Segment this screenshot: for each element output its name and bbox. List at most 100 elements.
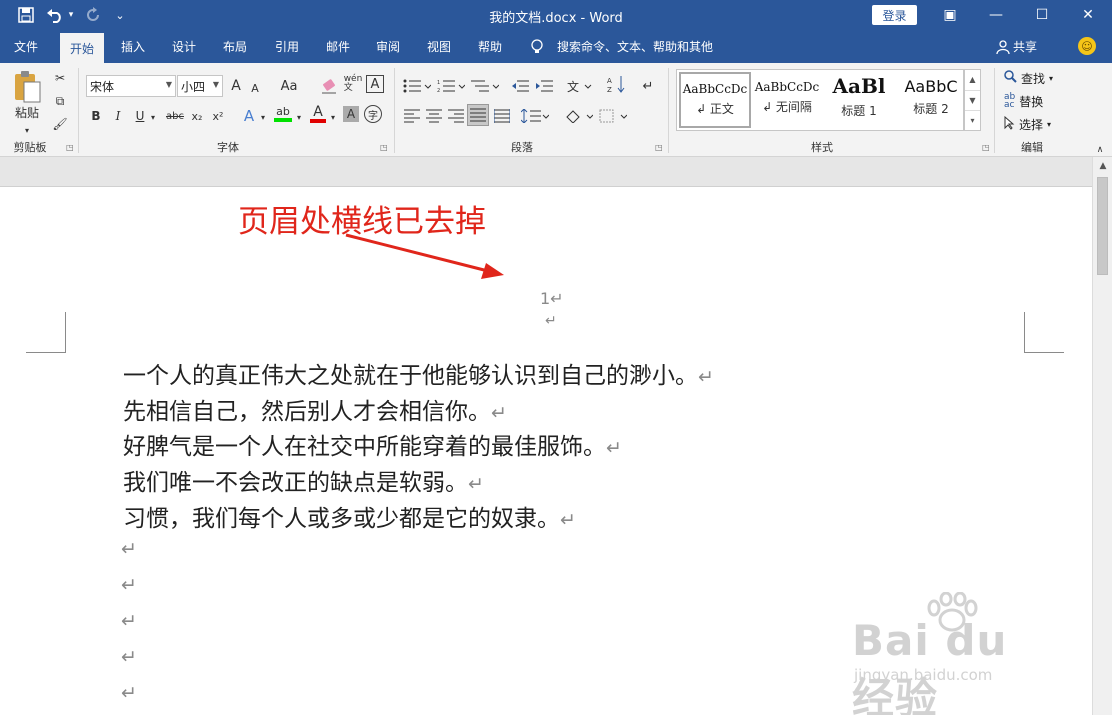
maximize-icon[interactable]: ☐ [1019, 0, 1065, 30]
clear-formatting-icon[interactable] [318, 75, 340, 97]
highlight-color-icon[interactable]: ab [272, 103, 294, 125]
numbering-icon[interactable]: 12 [436, 75, 466, 97]
character-border-icon[interactable]: A [366, 75, 384, 93]
tab-file[interactable]: 文件 [14, 30, 38, 63]
header-paragraph-mark: ↵ [545, 313, 557, 329]
change-case-button[interactable]: Aa [276, 75, 302, 97]
strikethrough-button[interactable]: abc [164, 105, 186, 127]
tab-home[interactable]: 开始 [60, 33, 105, 63]
increase-indent-icon[interactable] [534, 75, 554, 97]
empty-paragraph-mark[interactable]: ↵ [121, 646, 137, 668]
copy-icon[interactable]: ⧉ [50, 90, 70, 112]
login-button[interactable]: 登录 [872, 5, 917, 25]
minimize-icon[interactable]: — [973, 0, 1019, 30]
bullets-icon[interactable] [402, 75, 432, 97]
scrollbar-thumb[interactable] [1097, 177, 1108, 275]
superscript-button[interactable]: x² [210, 105, 226, 127]
enclose-characters-button[interactable]: 字 [364, 105, 382, 123]
underline-button[interactable]: U [132, 105, 148, 127]
cut-icon[interactable]: ✂ [50, 67, 70, 89]
gallery-more-icon[interactable]: ▾ [965, 110, 980, 130]
shrink-font-button[interactable]: A [248, 77, 262, 99]
text-effects-button[interactable]: A [240, 105, 258, 127]
tab-references[interactable]: 引用 [275, 30, 299, 63]
empty-paragraph-mark[interactable]: ↵ [121, 574, 137, 596]
tab-insert[interactable]: 插入 [121, 30, 145, 63]
borders-icon[interactable] [598, 105, 628, 127]
font-size-combo[interactable]: 小四 ▼ [177, 75, 223, 97]
distributed-align-icon[interactable] [492, 105, 512, 127]
share-button[interactable]: 共享 [996, 30, 1037, 63]
cursor-icon [1004, 115, 1015, 133]
paste-icon[interactable] [10, 69, 44, 105]
character-shading-button[interactable]: A [343, 106, 359, 122]
style-heading-1[interactable]: AaBl 标题 1 [823, 72, 895, 128]
style-heading-2[interactable]: AaBbC 标题 2 [895, 72, 967, 128]
paste-dropdown-icon[interactable]: ▾ [20, 119, 34, 141]
body-paragraph[interactable]: 我们唯一不会改正的缺点是软弱。↵ [123, 463, 484, 497]
body-paragraph[interactable]: 先相信自己，然后别人才会相信你。↵ [123, 392, 507, 426]
empty-paragraph-mark[interactable]: ↵ [121, 538, 137, 560]
paragraph-dialog-launcher-icon[interactable]: ◳ [655, 143, 663, 152]
underline-dropdown-icon[interactable]: ▾ [148, 106, 158, 128]
decrease-indent-icon[interactable] [510, 75, 530, 97]
bold-button[interactable]: B [88, 105, 104, 127]
font-dialog-launcher-icon[interactable]: ◳ [380, 143, 388, 152]
grow-font-button[interactable]: A [228, 75, 244, 97]
tab-design[interactable]: 设计 [172, 30, 196, 63]
crop-mark [1024, 352, 1064, 353]
styles-dialog-launcher-icon[interactable]: ◳ [982, 143, 990, 152]
tab-help[interactable]: 帮助 [478, 30, 502, 63]
subscript-button[interactable]: x₂ [189, 105, 205, 127]
find-button[interactable]: 查找 ▾ [1004, 68, 1053, 88]
feedback-smiley-icon[interactable]: ☺ [1078, 37, 1096, 55]
italic-button[interactable]: I [110, 105, 126, 127]
select-button[interactable]: 选择 ▾ [1004, 114, 1051, 134]
text-effects-dropdown-icon[interactable]: ▾ [258, 106, 268, 128]
style-normal[interactable]: AaBbCcDc ↲ 正文 [679, 72, 751, 128]
close-icon[interactable]: ✕ [1065, 0, 1111, 30]
phonetic-guide-icon[interactable]: wén 文 [342, 73, 364, 95]
chevron-up-icon[interactable]: ▲ [965, 70, 980, 90]
tell-me-search[interactable]: 搜索命令、文本、帮助和其他 [557, 30, 713, 63]
replace-button[interactable]: ab ac 替换 [1004, 91, 1043, 111]
group-separator [668, 68, 669, 153]
font-color-icon[interactable]: A [308, 103, 328, 125]
styles-gallery-scroll[interactable]: ▲ ▼ ▾ [964, 69, 981, 131]
body-paragraph[interactable]: 好脾气是一个人在社交中所能穿着的最佳服饰。↵ [123, 427, 622, 461]
header-page-number[interactable]: 1↵ [540, 289, 564, 308]
show-hide-marks-icon[interactable]: ↵ [638, 75, 658, 97]
chevron-down-icon[interactable]: ▼ [965, 90, 980, 110]
chinese-layout-icon[interactable]: 文 [566, 75, 596, 97]
clipboard-group-label: 剪贴板 [13, 141, 47, 154]
tab-layout[interactable]: 布局 [223, 30, 247, 63]
align-center-icon[interactable] [424, 105, 444, 127]
empty-paragraph-mark[interactable]: ↵ [121, 610, 137, 632]
highlight-dropdown-icon[interactable]: ▾ [294, 106, 304, 128]
justify-icon[interactable] [467, 104, 489, 126]
style-no-spacing[interactable]: AaBbCcDc ↲ 无间隔 [751, 72, 823, 128]
tab-review[interactable]: 审阅 [376, 30, 400, 63]
align-left-icon[interactable] [402, 105, 422, 127]
multilevel-list-icon[interactable] [470, 75, 500, 97]
paragraph-mark: ↵ [491, 402, 507, 424]
body-paragraph[interactable]: 一个人的真正伟大之处就在于他能够认识到自己的渺小。↵ [123, 356, 714, 390]
line-spacing-icon[interactable] [520, 105, 550, 127]
sort-icon[interactable]: AZ [606, 73, 628, 95]
tab-view[interactable]: 视图 [427, 30, 451, 63]
font-color-dropdown-icon[interactable]: ▾ [328, 106, 338, 128]
search-icon [1004, 70, 1017, 86]
align-right-icon[interactable] [446, 105, 466, 127]
shading-icon[interactable] [564, 105, 594, 127]
tab-mailings[interactable]: 邮件 [326, 30, 350, 63]
scroll-up-icon[interactable]: ▲ [1093, 157, 1112, 175]
vertical-scrollbar[interactable]: ▲ [1092, 157, 1112, 715]
ribbon-display-options-icon[interactable]: ▣ [927, 0, 973, 30]
paragraph-mark: ↵ [560, 509, 576, 531]
clipboard-dialog-launcher-icon[interactable]: ◳ [66, 143, 74, 152]
empty-paragraph-mark[interactable]: ↵ [121, 682, 137, 704]
font-name-combo[interactable]: 宋体 ▼ [86, 75, 176, 97]
body-paragraph[interactable]: 习惯，我们每个人或多或少都是它的奴隶。↵ [123, 499, 576, 533]
format-painter-icon[interactable]: 🖌 [50, 113, 70, 135]
replace-icon: ab ac [1004, 92, 1016, 110]
